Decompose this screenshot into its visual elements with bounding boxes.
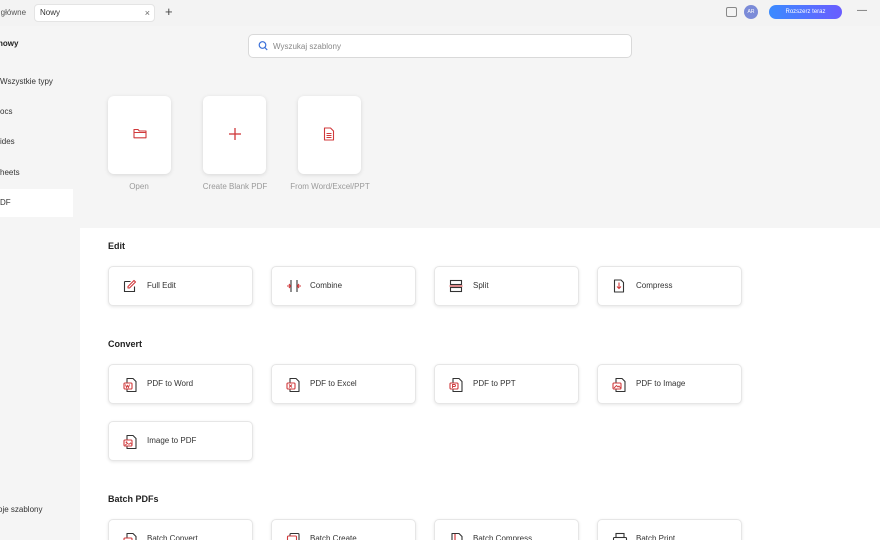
batch-print-icon <box>612 532 628 540</box>
minimize-button[interactable]: — <box>857 5 867 17</box>
create-blank-pdf-card[interactable] <box>203 96 266 174</box>
batch-compress-tool[interactable]: Batch Compress <box>434 519 579 540</box>
tool-label: Batch Create <box>310 534 357 540</box>
create-blank-pdf-label: Create Blank PDF <box>202 182 268 191</box>
sidebar-item-label: heets <box>0 168 20 177</box>
open-label: Open <box>129 182 149 191</box>
pdf-to-excel-tool[interactable]: PDF to Excel <box>271 364 416 404</box>
sidebar-item-docs[interactable]: ocs <box>0 98 73 126</box>
pdf-to-excel-icon <box>286 377 300 393</box>
split-icon <box>449 279 463 293</box>
edit-icon <box>123 279 137 293</box>
window-layout-icon[interactable] <box>726 7 737 17</box>
search-input[interactable] <box>273 38 613 54</box>
pdf-to-image-tool[interactable]: PDF to Image <box>597 364 742 404</box>
tab-new-label: Nowy <box>40 8 61 17</box>
pdf-to-ppt-icon <box>449 377 463 393</box>
tab-new[interactable]: Nowy × <box>34 4 155 22</box>
sidebar-item-sheets[interactable]: heets <box>0 159 73 187</box>
split-tool[interactable]: Split <box>434 266 579 306</box>
sidebar-my-templates[interactable]: oje szablony <box>0 505 42 514</box>
combine-icon <box>287 280 301 292</box>
tool-label: PDF to Excel <box>310 379 357 388</box>
sidebar-item-label: ides <box>0 137 15 146</box>
tool-label: Combine <box>310 281 343 290</box>
batch-print-tool[interactable]: Batch Print <box>597 519 742 540</box>
section-title-convert: Convert <box>108 339 143 349</box>
tool-label: PDF to PPT <box>473 379 516 388</box>
pdf-to-ppt-tool[interactable]: PDF to PPT <box>434 364 579 404</box>
tool-label: Full Edit <box>147 281 176 290</box>
compress-tool[interactable]: Compress <box>597 266 742 306</box>
tool-label: PDF to Image <box>636 379 686 388</box>
tab-home-label: a główne <box>0 8 27 17</box>
tool-label: Image to PDF <box>147 436 197 445</box>
tool-label: Batch Convert <box>147 534 198 540</box>
image-to-pdf-icon <box>123 434 137 450</box>
section-title-edit: Edit <box>108 241 125 251</box>
sidebar-item-label: Wszystkie typy <box>0 77 53 86</box>
pdf-to-image-icon <box>612 377 626 393</box>
pdf-to-word-tool[interactable]: PDF to Word <box>108 364 253 404</box>
open-card[interactable] <box>108 96 171 174</box>
new-tab-button[interactable]: + <box>165 4 173 20</box>
batch-create-icon <box>286 532 300 540</box>
combine-tool[interactable]: Combine <box>271 266 416 306</box>
batch-create-tool[interactable]: Batch Create <box>271 519 416 540</box>
avatar[interactable]: AR <box>744 5 758 19</box>
from-word-excel-ppt-card[interactable] <box>298 96 361 174</box>
upgrade-label: Rozszerz teraz <box>785 9 826 15</box>
search-bar[interactable] <box>248 34 632 58</box>
sidebar: nowy Wszystkie typy ocs ides heets DF oj… <box>0 26 80 540</box>
batch-compress-icon <box>451 532 463 540</box>
search-icon <box>258 41 268 51</box>
section-title-batch: Batch PDFs <box>108 494 159 504</box>
tool-label: Compress <box>636 281 673 290</box>
folder-icon <box>133 128 147 139</box>
tool-label: Split <box>473 281 489 290</box>
from-word-excel-ppt-label: From Word/Excel/PPT <box>290 182 370 191</box>
pdf-to-word-icon <box>123 377 137 393</box>
sidebar-item-label: DF <box>0 198 11 207</box>
main-panel: Open Create Blank PDF From Word/Excel/PP… <box>80 68 880 540</box>
batch-convert-icon <box>123 532 137 540</box>
image-to-pdf-tool[interactable]: Image to PDF <box>108 421 253 461</box>
upgrade-button[interactable]: Rozszerz teraz <box>769 5 842 19</box>
compress-icon <box>613 279 625 293</box>
quick-actions: Open Create Blank PDF From Word/Excel/PP… <box>80 68 880 228</box>
sidebar-item-label: ocs <box>0 107 13 116</box>
sidebar-item-pdf[interactable]: DF <box>0 189 73 217</box>
batch-convert-tool[interactable]: Batch Convert <box>108 519 253 540</box>
full-edit-tool[interactable]: Full Edit <box>108 266 253 306</box>
tool-label: Batch Print <box>636 534 676 540</box>
sidebar-item-all-types[interactable]: Wszystkie typy <box>0 68 73 96</box>
plus-icon <box>229 128 241 140</box>
tab-home[interactable]: a główne <box>0 5 26 21</box>
title-bar: a główne Nowy × + AR Rozszerz teraz — <box>0 0 880 26</box>
sidebar-item-slides[interactable]: ides <box>0 128 73 156</box>
sidebar-title: nowy <box>0 39 19 48</box>
close-icon[interactable]: × <box>145 5 150 21</box>
tool-label: PDF to Word <box>147 379 194 388</box>
tool-label: Batch Compress <box>473 534 533 540</box>
document-icon <box>323 127 335 141</box>
